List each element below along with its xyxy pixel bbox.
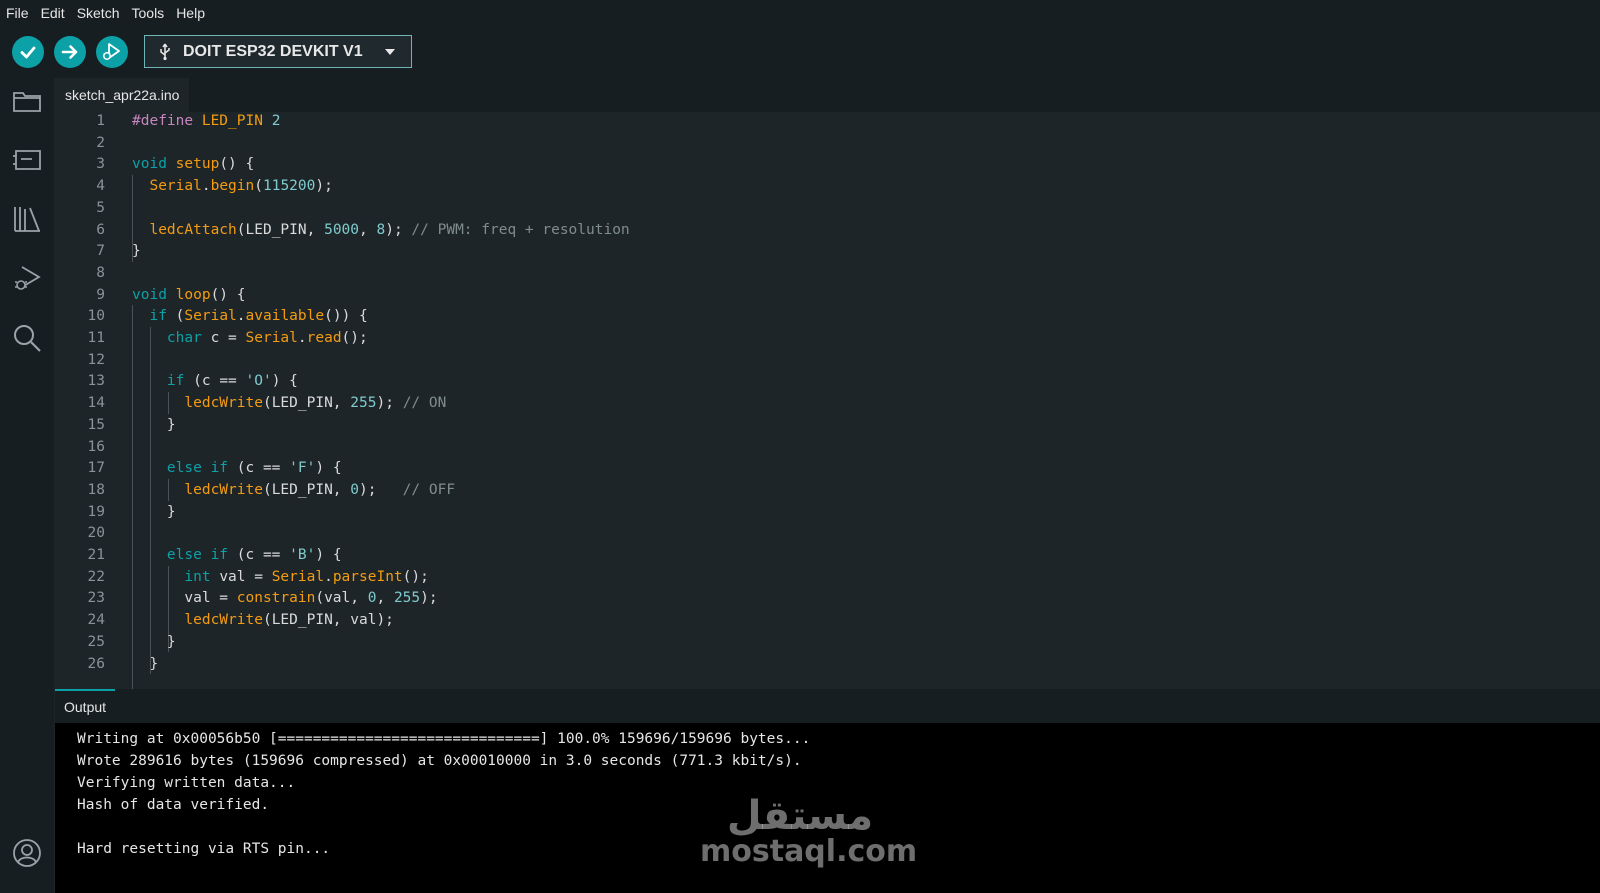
line-number: 15 <box>87 416 105 433</box>
toolbar: DOIT ESP32 DEVKIT V1 <box>0 25 1600 78</box>
sidebar <box>0 78 54 893</box>
code-text: else if (c == 'B') { <box>166 547 342 563</box>
code-text: } <box>132 655 159 672</box>
line-number: 3 <box>96 156 105 173</box>
watermark-latin: mostaql.com <box>700 834 918 869</box>
output-header: Output <box>55 689 1600 723</box>
line-number: 12 <box>87 351 105 368</box>
menu-tools[interactable]: Tools <box>126 5 171 21</box>
line-number: 6 <box>96 221 105 238</box>
library-manager-button[interactable] <box>10 202 44 236</box>
code-text: void loop() { <box>132 286 246 303</box>
line-number: 14 <box>87 395 105 412</box>
output-line: Writing at 0x00056b50 [=================… <box>77 731 811 747</box>
code-text: if (Serial.available()) { <box>149 308 368 325</box>
line-number: 22 <box>87 568 105 585</box>
verify-button[interactable] <box>12 36 44 68</box>
line-number: 20 <box>87 525 105 542</box>
line-number: 24 <box>87 612 105 629</box>
chevron-down-icon <box>385 48 395 55</box>
output-line: Hash of data verified. <box>77 797 270 813</box>
line-number: 25 <box>87 633 105 650</box>
sketchbook-button[interactable] <box>10 84 44 118</box>
debug-panel-button[interactable] <box>10 261 44 295</box>
line-number: 23 <box>87 590 105 607</box>
code-text: ledcAttach(LED_PIN, 5000, 8); // PWM: fr… <box>149 221 630 238</box>
upload-button[interactable] <box>54 36 86 68</box>
line-number: 4 <box>96 178 105 195</box>
code-editor[interactable]: 1 #define LED_PIN 2 2 3 void setup() {4 Seri… <box>55 112 1600 689</box>
boards-manager-button[interactable] <box>10 143 44 177</box>
board-label: DOIT ESP32 DEVKIT V1 <box>183 42 363 60</box>
code-text: ledcWrite(LED_PIN, 255); // ON <box>184 395 447 412</box>
code-text: if (c == 'O') { <box>166 373 298 390</box>
output-line: Verifying written data... <box>77 775 296 791</box>
line-number: 10 <box>87 308 105 325</box>
line-number: 16 <box>87 438 105 455</box>
tab-sketch-file[interactable]: sketch_apr22a.ino <box>55 78 190 112</box>
line-number: 18 <box>87 481 105 498</box>
arrow-right-icon <box>61 45 78 59</box>
code-text: char c = Serial.read(); <box>166 330 368 346</box>
usb-icon <box>160 43 170 60</box>
line-number: 5 <box>96 199 105 216</box>
line-number: 1 <box>96 113 105 129</box>
watermark-arabic: مستقل <box>726 793 874 839</box>
watermark-logo: مستقل mostaql.com <box>700 793 918 875</box>
line-number: 13 <box>87 373 105 390</box>
library-icon <box>14 207 40 232</box>
code-text: ledcWrite(LED_PIN, val); <box>184 612 394 629</box>
account-icon <box>13 839 41 867</box>
line-number: 21 <box>87 547 105 563</box>
code-text: #define LED_PIN 2 <box>132 113 281 129</box>
output-line: Wrote 289616 bytes (159696 compressed) a… <box>77 753 802 769</box>
line-number: 9 <box>96 286 105 303</box>
code-text: } <box>132 243 141 260</box>
line-number: 7 <box>96 243 105 260</box>
line-number: 26 <box>87 655 105 672</box>
account-button[interactable] <box>10 836 44 870</box>
search-button[interactable] <box>10 321 44 355</box>
code-text: ledcWrite(LED_PIN, 0); // OFF <box>184 481 456 498</box>
output-tab[interactable]: Output <box>55 689 116 723</box>
menu-help[interactable]: Help <box>170 5 211 21</box>
debug-button[interactable] <box>96 36 128 68</box>
line-number: 8 <box>96 264 105 281</box>
debugger-icon <box>103 43 120 60</box>
code-text: } <box>132 503 176 520</box>
board-manager-icon <box>13 150 41 170</box>
menu-file[interactable]: File <box>0 5 35 21</box>
code-text: } <box>132 633 176 650</box>
code-text: int val = Serial.parseInt(); <box>184 568 429 585</box>
folder-icon <box>13 92 41 112</box>
code-text: Serial.begin(115200); <box>149 178 333 195</box>
debug-icon <box>15 266 41 290</box>
board-selector[interactable]: DOIT ESP32 DEVKIT V1 <box>144 35 412 68</box>
check-icon <box>20 46 36 59</box>
menu-edit[interactable]: Edit <box>35 5 71 21</box>
line-number: 19 <box>87 503 105 520</box>
code-text: } <box>132 416 176 433</box>
line-number: 17 <box>87 460 105 477</box>
code-text: void setup() { <box>132 156 255 173</box>
code-text: val = constrain(val, 0, 255); <box>132 590 438 607</box>
menu-bar: File Edit Sketch Tools Help <box>0 0 1600 25</box>
menu-sketch[interactable]: Sketch <box>71 5 126 21</box>
output-line: Hard resetting via RTS pin... <box>77 841 331 857</box>
code-text: else if (c == 'F') { <box>166 460 342 477</box>
line-number: 2 <box>96 134 105 151</box>
line-number: 11 <box>87 330 105 346</box>
tab-bar: sketch_apr22a.ino <box>55 78 1600 112</box>
search-icon <box>14 325 41 352</box>
